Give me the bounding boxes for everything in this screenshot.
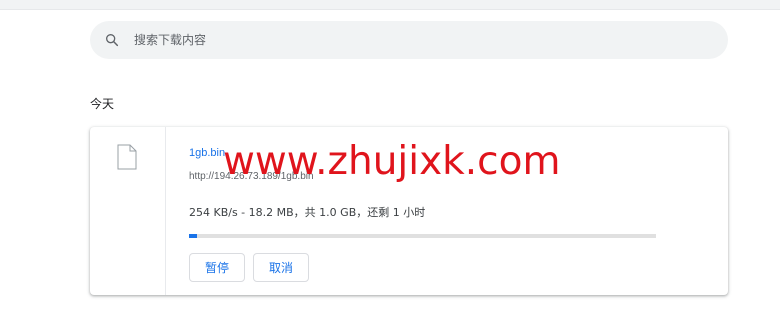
- file-icon: [117, 144, 137, 170]
- download-status: 254 KB/s - 18.2 MB，共 1.0 GB，还剩 1 小时: [189, 206, 426, 219]
- file-name-link[interactable]: 1gb.bin: [189, 147, 225, 159]
- pause-button[interactable]: 暂停: [189, 253, 245, 282]
- cancel-button[interactable]: 取消: [253, 253, 309, 282]
- search-icon: [106, 34, 119, 47]
- search-bar[interactable]: [90, 21, 728, 59]
- date-section-title: 今天: [90, 97, 115, 111]
- browser-top-bar: [0, 0, 780, 10]
- download-progress-fill: [189, 234, 198, 238]
- download-progress-bar: [189, 234, 656, 238]
- search-input[interactable]: [134, 33, 694, 47]
- watermark-text: www.zhujixk.com: [223, 139, 561, 184]
- file-icon-column: [90, 127, 166, 295]
